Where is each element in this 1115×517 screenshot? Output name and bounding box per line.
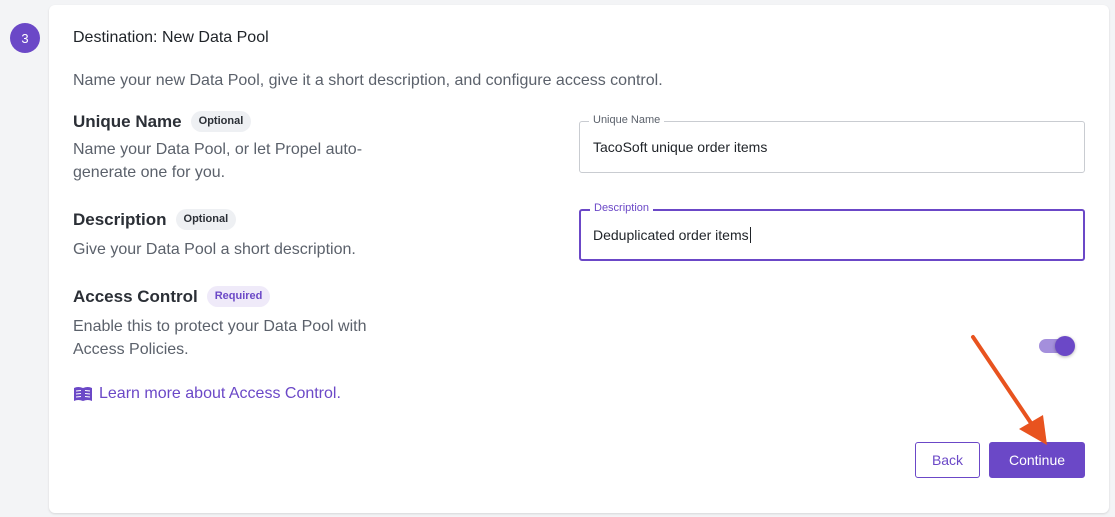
description-input[interactable]: Deduplicated order items <box>593 227 1063 243</box>
unique-name-description: Name your Data Pool, or let Propel auto-… <box>73 141 363 181</box>
text-caret <box>749 227 751 243</box>
unique-name-input[interactable] <box>593 139 1063 155</box>
description-label: Description <box>73 209 167 229</box>
access-control-toggle[interactable] <box>1039 336 1077 356</box>
learn-more-text: Learn more about Access Control. <box>99 385 341 402</box>
description-field-legend: Description <box>590 202 654 214</box>
description-heading: Description Optional <box>73 209 237 230</box>
learn-more-link[interactable]: Learn more about Access Control. <box>73 385 341 403</box>
destination-card: Destination: New Data Pool Name your new… <box>49 5 1109 513</box>
book-icon <box>74 387 92 401</box>
unique-name-heading: Unique Name Optional <box>73 111 252 132</box>
step-number-badge: 3 <box>10 23 40 53</box>
card-intro-text: Name your new Data Pool, give it a short… <box>73 72 663 89</box>
required-badge: Required <box>206 286 271 307</box>
description-help-text: Give your Data Pool a short description. <box>73 241 356 258</box>
unique-name-field-legend: Unique Name <box>589 114 665 126</box>
description-field[interactable]: Description Deduplicated order items <box>579 202 1085 261</box>
card-title: Destination: New Data Pool <box>73 29 269 46</box>
optional-badge: Optional <box>175 209 237 230</box>
access-control-label: Access Control <box>73 286 198 306</box>
optional-badge: Optional <box>190 111 252 132</box>
toggle-knob <box>1055 336 1075 356</box>
back-button[interactable]: Back <box>915 442 980 478</box>
access-control-heading: Access Control Required <box>73 286 271 307</box>
continue-button[interactable]: Continue <box>989 442 1085 478</box>
unique-name-field[interactable]: Unique Name <box>579 114 1085 173</box>
access-control-description: Enable this to protect your Data Pool wi… <box>73 318 367 358</box>
unique-name-label: Unique Name <box>73 111 182 131</box>
